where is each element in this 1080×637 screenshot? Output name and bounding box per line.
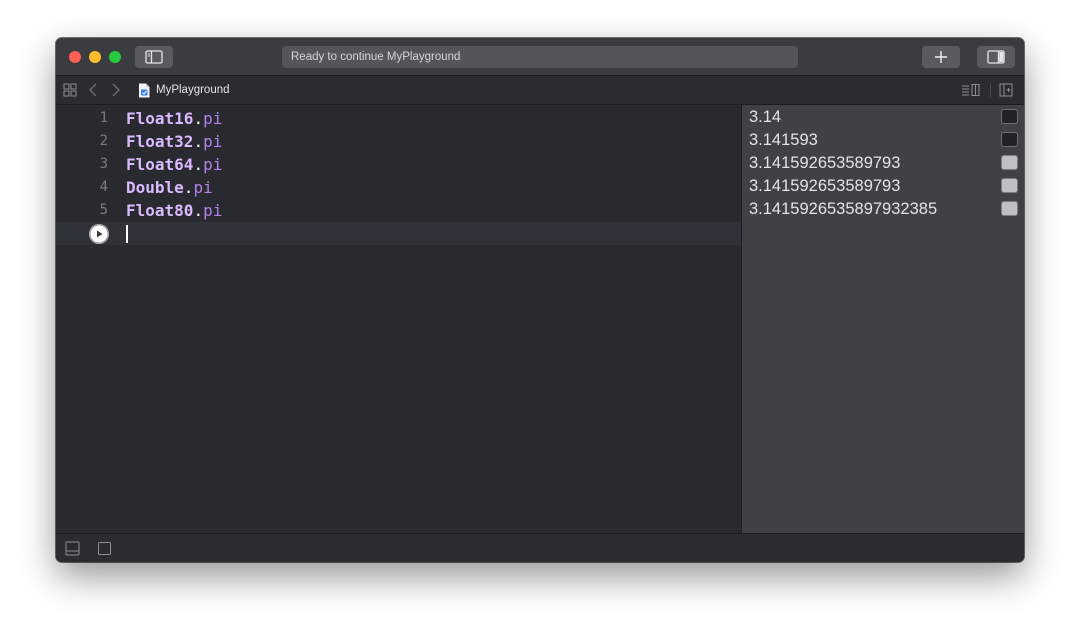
type-token: Float64 (126, 155, 194, 174)
code-text[interactable]: Float32.pi (126, 130, 222, 153)
code-text[interactable]: Float80.pi (126, 199, 222, 222)
dot-token: . (193, 155, 204, 174)
activity-viewer: Ready to continue MyPlayground (282, 46, 798, 68)
canvas-toggle-icon (999, 83, 1013, 97)
line-number: 1 (99, 110, 108, 126)
text-cursor (126, 225, 128, 243)
member-token: pi (203, 201, 223, 220)
xcode-window: Ready to continue MyPlayground MyPlaygro… (56, 38, 1024, 562)
result-row: 3.141593 (742, 129, 1024, 152)
results-sidebar: 3.14 3.141593 3.141592653589793 3.141592… (741, 105, 1024, 533)
result-value: 3.141593 (749, 131, 818, 149)
grid-icon (63, 83, 77, 97)
sidebar-toggle-icon (145, 50, 163, 64)
line-number: 2 (99, 133, 108, 149)
dot-token: . (183, 178, 194, 197)
line-number: 5 (99, 202, 108, 218)
quick-look-button[interactable] (1001, 155, 1018, 170)
result-value: 3.1415926535897932385 (749, 200, 938, 218)
debug-area-icon (65, 541, 80, 556)
result-row: 3.141592653589793 (742, 152, 1024, 175)
current-line-highlight[interactable] (56, 222, 741, 245)
result-row: 3.14 (742, 106, 1024, 129)
type-token: Double (126, 178, 184, 197)
code-line[interactable]: 3 Float64.pi (56, 153, 741, 176)
editor-options-button[interactable] (961, 76, 983, 104)
dot-token: . (193, 132, 204, 151)
dot-token: . (193, 201, 204, 220)
play-icon (97, 230, 103, 238)
stop-playground-button[interactable] (97, 541, 113, 556)
close-icon[interactable] (69, 51, 81, 63)
result-value: 3.141592653589793 (749, 177, 901, 195)
run-playground-button[interactable] (89, 224, 109, 244)
chevron-left-icon (89, 83, 97, 97)
add-editor-button[interactable] (999, 76, 1015, 104)
inspector-toggle-icon (987, 50, 1005, 64)
chevron-right-icon (112, 83, 120, 97)
jump-bar: MyPlayground (56, 76, 1024, 105)
add-library-button[interactable] (922, 46, 960, 68)
type-token: Float32 (126, 132, 194, 151)
zoom-icon[interactable] (109, 51, 121, 63)
code-text[interactable]: Float64.pi (126, 153, 222, 176)
code-line[interactable]: 5 Float80.pi (56, 199, 741, 222)
playground-file-icon (139, 83, 150, 97)
member-token: pi (193, 178, 213, 197)
code-text[interactable]: Double.pi (126, 176, 213, 199)
code-line[interactable]: 2 Float32.pi (56, 130, 741, 153)
toggle-debug-area-button[interactable] (65, 541, 81, 556)
toggle-inspector-button[interactable] (977, 46, 1015, 68)
forward-button[interactable] (112, 76, 126, 104)
result-value: 3.14 (749, 108, 782, 126)
code-line[interactable]: 1 Float16.pi (56, 107, 741, 130)
member-token: pi (203, 132, 223, 151)
source-editor[interactable]: 1 Float16.pi 2 Float32.pi 3 Float64.pi 4… (56, 105, 741, 533)
code-text[interactable]: Float16.pi (126, 107, 222, 130)
result-row: 3.141592653589793 (742, 175, 1024, 198)
result-row: 3.1415926535897932385 (742, 198, 1024, 221)
quick-look-button[interactable] (1001, 132, 1018, 147)
toggle-navigator-button[interactable] (135, 46, 173, 68)
editor-options-icon (962, 84, 980, 96)
line-number: 4 (99, 179, 108, 195)
plus-icon (935, 51, 947, 63)
back-button[interactable] (89, 76, 103, 104)
jumpbar-divider (990, 76, 991, 104)
quick-look-button[interactable] (1001, 109, 1018, 124)
debug-bar (56, 533, 1024, 562)
breadcrumb-file[interactable] (138, 76, 150, 104)
quick-look-button[interactable] (1001, 201, 1018, 216)
type-token: Float80 (126, 201, 194, 220)
type-token: Float16 (126, 109, 194, 128)
member-token: pi (203, 155, 223, 174)
title-bar: Ready to continue MyPlayground (56, 38, 1024, 76)
result-value: 3.141592653589793 (749, 154, 901, 172)
breadcrumb-label[interactable]: MyPlayground (156, 76, 230, 104)
minimize-icon[interactable] (89, 51, 101, 63)
quick-look-button[interactable] (1001, 178, 1018, 193)
related-items-button[interactable] (63, 76, 79, 104)
stop-icon (98, 542, 111, 555)
code-line[interactable]: 4 Double.pi (56, 176, 741, 199)
member-token: pi (203, 109, 223, 128)
line-number: 3 (99, 156, 108, 172)
dot-token: . (193, 109, 204, 128)
